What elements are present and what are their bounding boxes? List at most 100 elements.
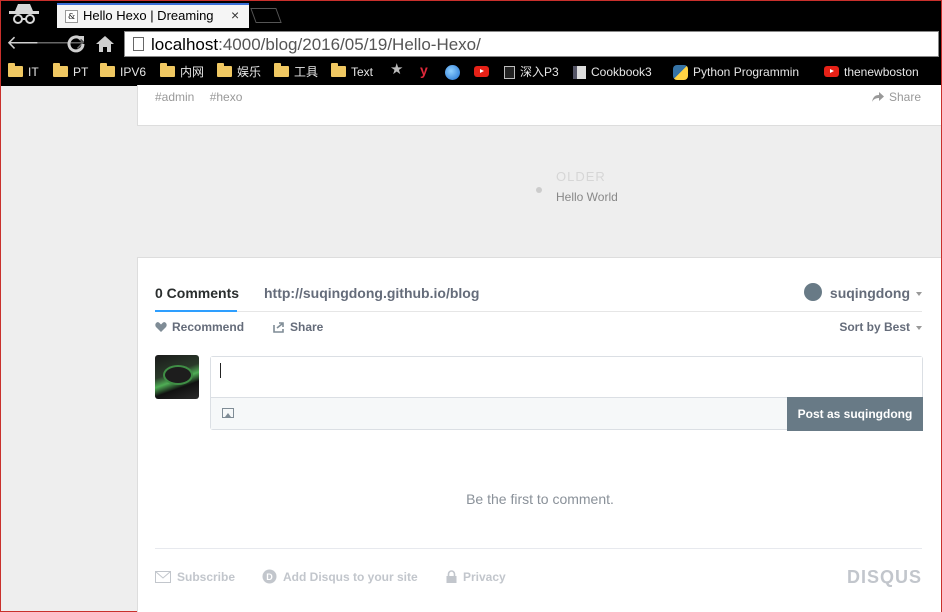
post-share-button[interactable]: Share <box>871 90 921 104</box>
python-icon <box>673 65 688 80</box>
bookmark-label: IPV6 <box>120 65 147 79</box>
commenter-avatar <box>155 355 199 399</box>
post-share-label: Share <box>888 90 921 104</box>
reload-icon[interactable] <box>65 33 87 55</box>
url-host: localhost <box>151 35 219 54</box>
older-post-title: Hello World <box>556 190 618 204</box>
recommend-label: Recommend <box>172 320 245 334</box>
incognito-icon <box>9 4 39 24</box>
bookmarks-bar: IT PT IPV6 内网 娱乐 工具 Text ★ y 深入P3 Cookbo… <box>1 59 941 85</box>
image-upload-icon[interactable] <box>222 408 234 418</box>
user-menu[interactable]: suqingdong <box>803 283 922 303</box>
post-tags: #admin #hexo <box>155 90 249 104</box>
bookmark-cookbook3[interactable]: Cookbook3 <box>573 64 652 80</box>
bookmark-p3[interactable]: 深入P3 <box>504 64 559 80</box>
disqus-thread: 0 Comments http://suqingdong.github.io/b… <box>137 257 941 612</box>
chevron-down-icon <box>916 292 922 297</box>
subscribe-link[interactable]: Subscribe <box>155 570 235 584</box>
back-arrow-icon[interactable]: 🡐 <box>6 33 57 55</box>
tab-title: Hello Hexo | Dreaming <box>83 8 214 23</box>
page-icon <box>133 37 144 51</box>
folder-icon <box>53 63 68 78</box>
bookmark-globe[interactable] <box>445 64 465 81</box>
folder-icon <box>331 63 346 78</box>
new-tab-button[interactable] <box>250 8 282 23</box>
browser-chrome: & Hello Hexo | Dreaming × 🡐 🡒 localhost:… <box>1 1 941 86</box>
bookmark-it[interactable]: IT <box>8 63 39 80</box>
bookmark-intranet[interactable]: 内网 <box>160 63 205 80</box>
forward-arrow-icon[interactable]: 🡒 <box>35 33 86 55</box>
post-card-footer: #admin #hexo Share <box>137 85 941 126</box>
bookmark-label: Text <box>351 65 374 79</box>
svg-text:D: D <box>266 572 273 582</box>
older-post-link[interactable]: OLDER Hello World <box>556 169 618 204</box>
disqus-logo[interactable]: DISQUS <box>847 567 922 588</box>
thread-share-button[interactable]: Share <box>273 320 323 334</box>
subscribe-label: Subscribe <box>177 570 236 584</box>
pager-dot <box>536 187 542 193</box>
bookmark-label: Cookbook3 <box>591 65 652 79</box>
bookmark-youtube[interactable] <box>474 64 494 80</box>
folder-icon <box>160 63 175 78</box>
privacy-link[interactable]: Privacy <box>446 570 506 584</box>
share-arrow-icon <box>871 91 884 102</box>
address-url: localhost:4000/blog/2016/05/19/Hello-Hex… <box>151 35 481 55</box>
sort-label: Sort by Best <box>839 320 910 334</box>
bookmark-entertainment[interactable]: 娱乐 <box>217 63 262 80</box>
folder-icon <box>274 63 289 78</box>
comment-input[interactable] <box>211 357 922 397</box>
folder-icon <box>217 63 232 78</box>
page-icon <box>504 66 515 80</box>
composer-toolbar: Post as suqingdong <box>211 397 923 431</box>
y-icon[interactable]: y <box>420 62 428 78</box>
bookmark-ipv6[interactable]: IPV6 <box>100 63 147 80</box>
disqus-actions: Recommend Share Sort by Best <box>155 320 922 338</box>
bookmark-label: 工具 <box>294 65 319 79</box>
user-name: suqingdong <box>829 285 910 301</box>
bookmark-label: thenewboston <box>844 65 919 79</box>
comment-count-tab[interactable]: 0 Comments <box>155 285 239 301</box>
tag-link[interactable]: #admin <box>155 90 194 104</box>
tab-close-icon[interactable]: × <box>231 7 239 23</box>
disqus-nav: 0 Comments http://suqingdong.github.io/b… <box>155 283 922 312</box>
user-avatar-icon <box>803 283 822 302</box>
comment-composer: Post as suqingdong <box>210 356 923 431</box>
address-bar[interactable]: localhost:4000/blog/2016/05/19/Hello-Hex… <box>124 31 939 57</box>
disqus-footer: Subscribe D Add Disqus to your site Priva… <box>155 548 922 598</box>
older-label: OLDER <box>556 169 606 184</box>
bookmark-label: Python Programmin <box>693 65 800 79</box>
empty-comments-message: Be the first to comment. <box>466 491 614 507</box>
bookmark-python[interactable]: Python Programmin <box>673 64 813 80</box>
star-icon[interactable]: ★ <box>390 62 403 78</box>
home-icon[interactable] <box>94 33 116 55</box>
active-tab-underline <box>155 310 237 312</box>
folder-icon <box>8 63 23 78</box>
disqus-d-icon: D <box>262 569 277 584</box>
tab-favicon-icon: & <box>65 10 78 23</box>
bookmark-thenewboston[interactable]: thenewboston <box>824 64 919 80</box>
post-comment-button[interactable]: Post as suqingdong <box>787 397 923 431</box>
privacy-label: Privacy <box>463 570 506 584</box>
browser-toolbar: 🡐 🡒 localhost:4000/blog/2016/05/19/Hello… <box>1 29 941 59</box>
tab-strip: & Hello Hexo | Dreaming × <box>1 1 941 29</box>
share-icon <box>273 322 284 333</box>
bookmark-label: 深入P3 <box>520 65 559 79</box>
bookmark-label: 内网 <box>180 65 205 79</box>
folder-icon <box>100 63 115 78</box>
book-icon <box>573 66 586 80</box>
sort-dropdown[interactable]: Sort by Best <box>839 320 922 334</box>
browser-tab-active[interactable]: & Hello Hexo | Dreaming × <box>57 3 249 28</box>
share-label: Share <box>290 320 324 334</box>
add-disqus-link[interactable]: D Add Disqus to your site <box>262 569 418 585</box>
text-cursor <box>220 363 221 378</box>
bookmark-label: 娱乐 <box>237 65 262 79</box>
bookmark-tools[interactable]: 工具 <box>274 63 319 80</box>
heart-icon <box>155 321 167 332</box>
bookmark-pt[interactable]: PT <box>53 63 88 80</box>
youtube-icon <box>824 66 839 78</box>
tag-link[interactable]: #hexo <box>210 90 243 104</box>
bookmark-text[interactable]: Text <box>331 63 374 80</box>
recommend-button[interactable]: Recommend <box>155 320 244 334</box>
site-link[interactable]: http://suqingdong.github.io/blog <box>264 285 479 301</box>
add-disqus-label: Add Disqus to your site <box>283 570 418 584</box>
